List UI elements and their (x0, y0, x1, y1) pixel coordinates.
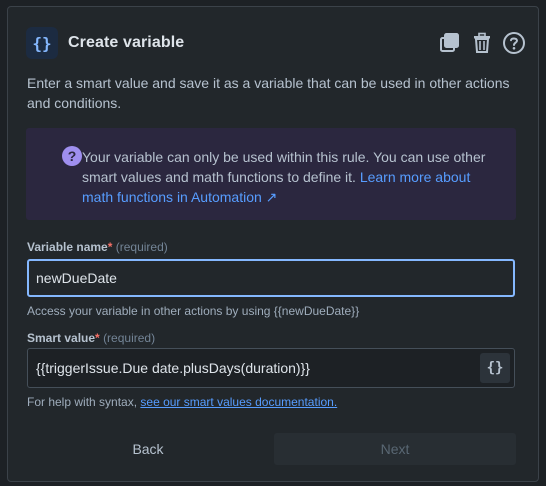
smart-value-text: {{triggerIssue.Due date.plusDays(duratio… (36, 360, 310, 376)
next-button[interactable]: Next (274, 433, 516, 465)
variable-name-input[interactable]: newDueDate (27, 259, 515, 297)
smart-value-help: For help with syntax, see our smart valu… (27, 395, 337, 409)
variable-icon: {} (26, 27, 58, 59)
smart-value-input[interactable]: {{triggerIssue.Due date.plusDays(duratio… (27, 348, 515, 388)
smart-value-help-text: For help with syntax, (27, 395, 141, 409)
duplicate-button[interactable] (438, 31, 462, 55)
question-icon: ? (62, 146, 82, 166)
panel-title: Create variable (68, 34, 185, 51)
smart-value-label-text: Smart value (27, 331, 96, 345)
trash-icon (474, 32, 490, 53)
info-message: ? Your variable can only be used within … (26, 128, 516, 220)
header-actions (438, 31, 526, 55)
help-button[interactable] (502, 31, 526, 55)
smart-value-label: Smart value* (required) (27, 331, 155, 345)
variable-name-label: Variable name* (required) (27, 240, 168, 254)
variable-name-value: newDueDate (36, 270, 117, 286)
variable-name-help: Access your variable in other actions by… (27, 304, 360, 318)
required-hint: (required) (103, 331, 156, 345)
duplicate-icon (440, 33, 459, 52)
smart-values-doc-link[interactable]: see our smart values documentation. (140, 395, 337, 409)
variable-name-label-text: Variable name (27, 240, 108, 254)
back-button[interactable]: Back (27, 433, 269, 465)
insert-smart-value-button[interactable]: {} (480, 353, 510, 383)
required-star: * (95, 331, 100, 345)
required-star: * (107, 240, 113, 254)
delete-button[interactable] (470, 31, 494, 55)
create-variable-panel: {} Create variable Enter a smart value a… (7, 6, 539, 482)
panel-header: {} Create variable (26, 25, 526, 61)
help-icon (503, 32, 525, 54)
panel-description: Enter a smart value and save it as a var… (27, 75, 510, 111)
required-hint: (required) (115, 240, 168, 254)
